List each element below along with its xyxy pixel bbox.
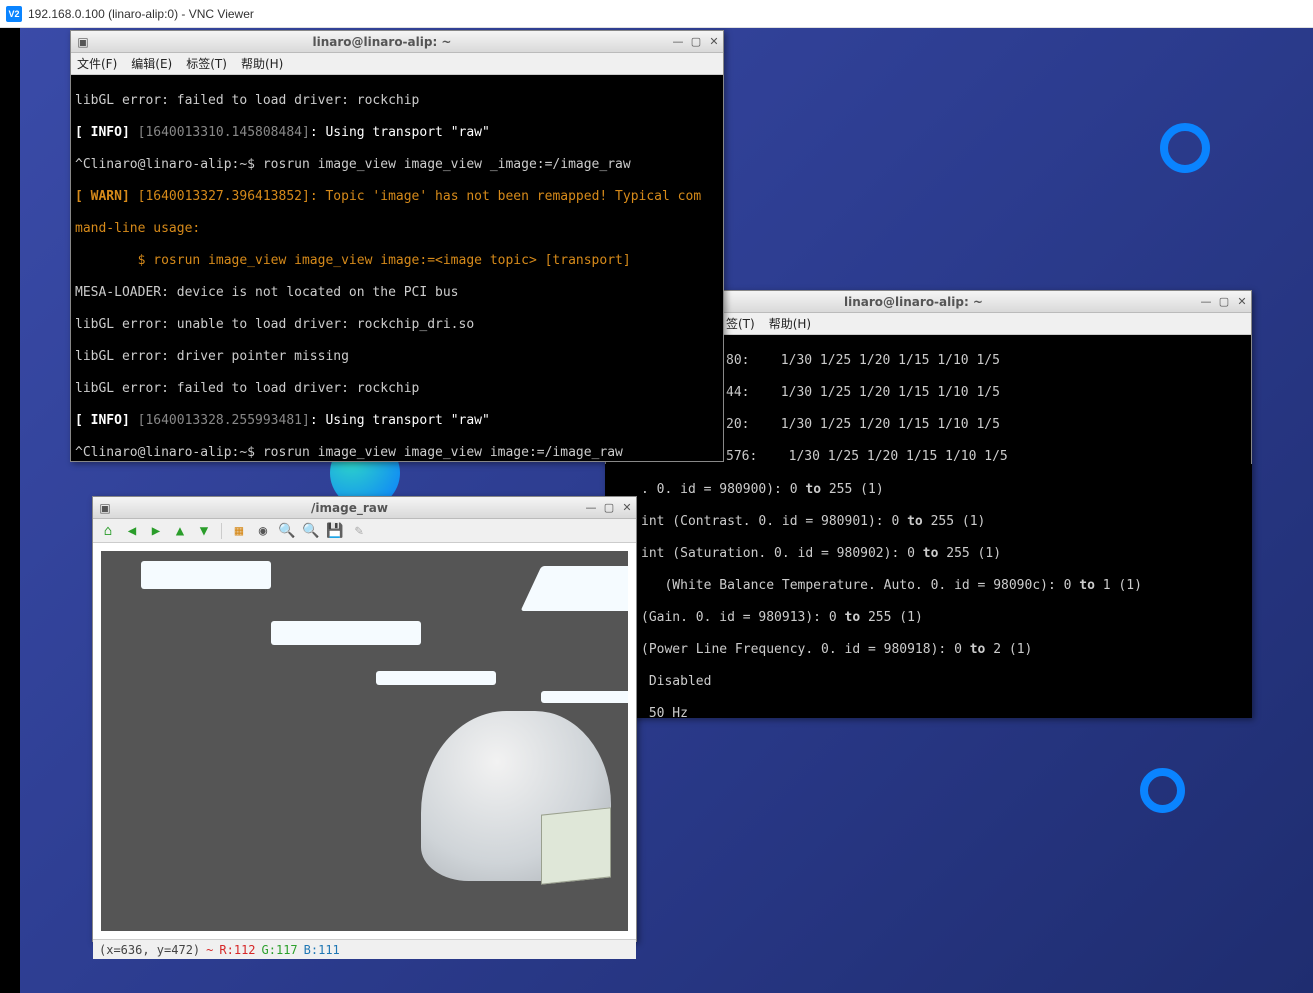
maximize-button[interactable]: ▢: [687, 34, 705, 50]
term-line: MESA-LOADER: device is not located on th…: [75, 285, 719, 301]
term-line: ^Clinaro@linaro-alip:~$ rosrun image_vie…: [75, 157, 719, 173]
image-toolbar: ⌂ ◀ ▶ ▲ ▼ ▦ ◉ 🔍 🔍 💾 ✎: [93, 519, 636, 543]
menu-help[interactable]: 帮助(H): [769, 315, 811, 332]
window-title: /image_raw: [117, 501, 582, 515]
term-line: [ INFO] [1640013328.255993481]: Using tr…: [75, 413, 719, 429]
zoom-out-icon[interactable]: 🔍: [302, 522, 320, 540]
picture-icon[interactable]: ▦: [230, 522, 248, 540]
zoom-in-icon[interactable]: 🔍: [278, 522, 296, 540]
app-image-icon: ▣: [97, 500, 113, 516]
image-viewport[interactable]: [93, 543, 636, 939]
remote-desktop: ▣ linaro@linaro-alip: ~ — ▢ ✕ 签(T) 帮助(H)…: [0, 28, 1313, 993]
term-line: int (Saturation. 0. id = 980902): 0 to 2…: [641, 546, 1248, 562]
menu-file[interactable]: 文件(F): [77, 55, 117, 72]
term-line: libGL error: driver pointer missing: [75, 349, 719, 365]
pixel-r: R:112: [219, 943, 255, 957]
menu-tabs[interactable]: 标签(T): [186, 55, 227, 72]
term-line: 50 Hz: [641, 706, 1248, 718]
term-line: libGL error: unable to load driver: rock…: [75, 317, 719, 333]
term-line: 80: 1/30 1/25 1/20 1/15 1/10 1/5: [726, 353, 1247, 369]
titlebar[interactable]: ▣ linaro@linaro-alip: ~ — ▢ ✕: [71, 31, 723, 53]
down-icon[interactable]: ▼: [195, 522, 213, 540]
zoom-reset-icon[interactable]: ◉: [254, 522, 272, 540]
minimize-button[interactable]: —: [1197, 294, 1215, 310]
home-icon[interactable]: ⌂: [99, 522, 117, 540]
term-line: [ INFO] [1640013310.145808484]: Using tr…: [75, 125, 719, 141]
term-line: ^Clinaro@linaro-alip:~$ rosrun image_vie…: [75, 445, 719, 461]
minimize-button[interactable]: —: [669, 34, 687, 50]
term-line: (White Balance Temperature. Auto. 0. id …: [641, 578, 1248, 594]
wallpaper-circle-icon: [1140, 768, 1185, 813]
term-line: (Gain. 0. id = 980913): 0 to 255 (1): [641, 610, 1248, 626]
menu-edit[interactable]: 编辑(E): [131, 55, 172, 72]
term-line: libGL error: failed to load driver: rock…: [75, 93, 719, 109]
up-icon[interactable]: ▲: [171, 522, 189, 540]
close-button[interactable]: ✕: [618, 500, 636, 516]
desktop-left-edge: [0, 28, 20, 993]
term-line: 20: 1/30 1/25 1/20 1/15 1/10 1/5: [726, 417, 1247, 433]
image-view-window[interactable]: ▣ /image_raw — ▢ ✕ ⌂ ◀ ▶ ▲ ▼ ▦ ◉ 🔍 🔍 💾 ✎: [92, 496, 637, 942]
term-line: (Power Line Frequency. 0. id = 980918): …: [641, 642, 1248, 658]
terminal-output[interactable]: libGL error: failed to load driver: rock…: [71, 75, 723, 461]
term-line: [ WARN] [1640013327.396413852]: Topic 'i…: [75, 189, 719, 205]
term-line: libGL error: failed to load driver: rock…: [75, 381, 719, 397]
terminal-output-lower[interactable]: . 0. id = 980900): 0 to 255 (1) int (Con…: [605, 464, 1252, 718]
close-button[interactable]: ✕: [1233, 294, 1251, 310]
camera-image: [101, 551, 628, 931]
image-statusbar: (x=636, y=472) ~ R:112 G:117 B:111: [93, 939, 636, 959]
maximize-button[interactable]: ▢: [600, 500, 618, 516]
titlebar[interactable]: ▣ /image_raw — ▢ ✕: [93, 497, 636, 519]
pixel-g: G:117: [262, 943, 298, 957]
forward-icon[interactable]: ▶: [147, 522, 165, 540]
term-line: . 0. id = 980900): 0 to 255 (1): [641, 482, 1248, 498]
vnc-title: 192.168.0.100 (linaro-alip:0) - VNC View…: [28, 7, 254, 21]
term-line: $ rosrun image_view image_view image:=<i…: [75, 253, 719, 269]
pixel-b: B:111: [304, 943, 340, 957]
close-button[interactable]: ✕: [705, 34, 723, 50]
app-terminal-icon: ▣: [75, 34, 91, 50]
menu-help[interactable]: 帮助(H): [241, 55, 283, 72]
term-line: 576: 1/30 1/25 1/20 1/15 1/10 1/5: [726, 449, 1247, 465]
term-line: mand-line usage:: [75, 221, 719, 237]
term-line: int (Contrast. 0. id = 980901): 0 to 255…: [641, 514, 1248, 530]
menubar: 文件(F) 编辑(E) 标签(T) 帮助(H): [71, 53, 723, 75]
cursor-xy: (x=636, y=472): [99, 943, 200, 957]
maximize-button[interactable]: ▢: [1215, 294, 1233, 310]
wallpaper-circle-icon: [1160, 123, 1210, 173]
menu-tabs[interactable]: 签(T): [726, 315, 755, 332]
vnc-titlebar: V2 192.168.0.100 (linaro-alip:0) - VNC V…: [0, 0, 1313, 28]
term-line: Disabled: [641, 674, 1248, 690]
back-icon[interactable]: ◀: [123, 522, 141, 540]
terminal-window-1[interactable]: ▣ linaro@linaro-alip: ~ — ▢ ✕ 文件(F) 编辑(E…: [70, 30, 724, 462]
clear-icon[interactable]: ✎: [350, 522, 368, 540]
minimize-button[interactable]: —: [582, 500, 600, 516]
save-icon[interactable]: 💾: [326, 522, 344, 540]
vnc-icon: V2: [6, 6, 22, 22]
term-line: 44: 1/30 1/25 1/20 1/15 1/10 1/5: [726, 385, 1247, 401]
window-title: linaro@linaro-alip: ~: [95, 35, 669, 49]
tilde: ~: [206, 943, 213, 957]
